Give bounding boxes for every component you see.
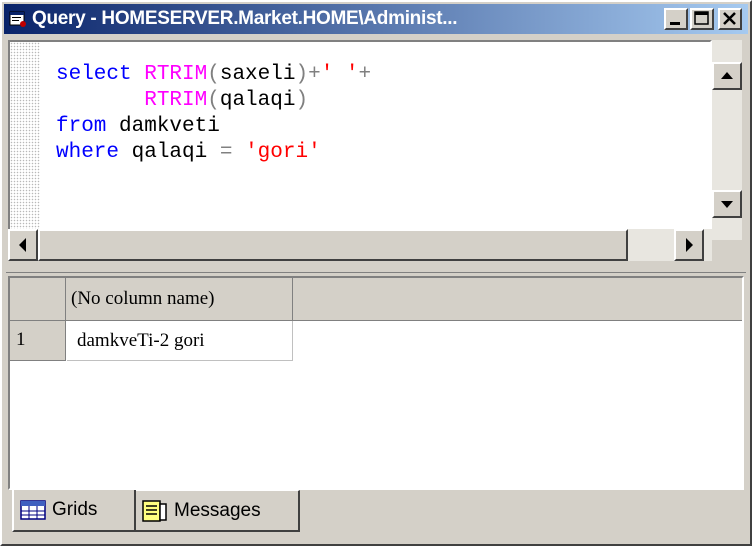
pane-splitter[interactable]	[6, 266, 746, 273]
code-token: qalaqi	[219, 89, 296, 112]
code-line[interactable]: from damkveti	[56, 114, 371, 140]
horizontal-scroll-thumb[interactable]	[38, 229, 628, 261]
code-token: +	[358, 63, 372, 86]
arrow-up-icon	[721, 72, 733, 79]
tab-messages-label: Messages	[174, 499, 261, 521]
code-token: where	[56, 141, 132, 164]
code-token: =	[219, 141, 246, 164]
grid-icon	[20, 499, 46, 521]
code-token: saxeli	[219, 63, 296, 86]
query-window: Query - HOMESERVER.Market.HOME\Administ.…	[0, 0, 752, 546]
arrow-left-icon	[19, 238, 26, 252]
code-token: damkveti	[119, 115, 220, 138]
code-token: select	[56, 63, 145, 86]
grid-header: (No column name)	[10, 278, 742, 321]
close-icon	[723, 12, 736, 25]
editor-gutter	[10, 42, 40, 244]
results-grid: (No column name) 1 damkveTi-2 gori	[8, 276, 744, 490]
query-app-icon	[9, 10, 27, 28]
maximize-button[interactable]	[690, 8, 714, 30]
code-line[interactable]: where qalaqi = 'gori'	[56, 140, 371, 166]
code-token: (	[207, 89, 220, 112]
code-token: (	[207, 63, 220, 86]
grid-cell[interactable]: damkveTi-2 gori	[67, 321, 293, 361]
code-token: )+	[295, 63, 321, 86]
code-token: RTRIM	[144, 63, 208, 86]
grid-corner-cell[interactable]	[10, 278, 66, 320]
messages-icon	[142, 499, 168, 522]
vertical-scrollbar[interactable]	[712, 40, 742, 240]
tab-grids[interactable]: Grids	[12, 490, 136, 532]
tab-messages[interactable]: Messages	[136, 490, 300, 532]
title-bar[interactable]: Query - HOMESERVER.Market.HOME\Administ.…	[4, 4, 748, 34]
arrow-right-icon	[686, 238, 693, 252]
minimize-button[interactable]	[664, 8, 688, 30]
tab-grids-label: Grids	[52, 499, 98, 520]
code-token: RTRIM	[144, 89, 208, 112]
code-line[interactable]: RTRIM(qalaqi)	[56, 88, 371, 114]
row-number[interactable]: 1	[10, 321, 66, 361]
code-token: 'gori'	[245, 141, 321, 164]
query-editor[interactable]: select RTRIM(saxeli)+' '+ RTRIM(qalaqi) f…	[8, 40, 712, 246]
scroll-left-button[interactable]	[8, 229, 38, 261]
scroll-down-button[interactable]	[712, 190, 742, 218]
arrow-down-icon	[721, 201, 733, 208]
query-text[interactable]: select RTRIM(saxeli)+' '+ RTRIM(qalaqi) f…	[56, 62, 371, 166]
window-title: Query - HOMESERVER.Market.HOME\Administ.…	[32, 8, 458, 29]
scroll-up-button[interactable]	[712, 62, 742, 90]
code-token: ' '	[320, 63, 359, 86]
results-tabs: Grids Messages	[8, 490, 744, 540]
code-token: )	[295, 89, 309, 112]
code-token: qalaqi	[131, 141, 220, 164]
scroll-right-button[interactable]	[674, 229, 704, 261]
column-header[interactable]: (No column name)	[67, 278, 293, 320]
close-button[interactable]	[718, 8, 742, 30]
code-token: from	[56, 115, 120, 138]
minimize-icon	[670, 22, 680, 25]
horizontal-scrollbar[interactable]	[8, 229, 712, 261]
code-line[interactable]: select RTRIM(saxeli)+' '+	[56, 62, 371, 88]
